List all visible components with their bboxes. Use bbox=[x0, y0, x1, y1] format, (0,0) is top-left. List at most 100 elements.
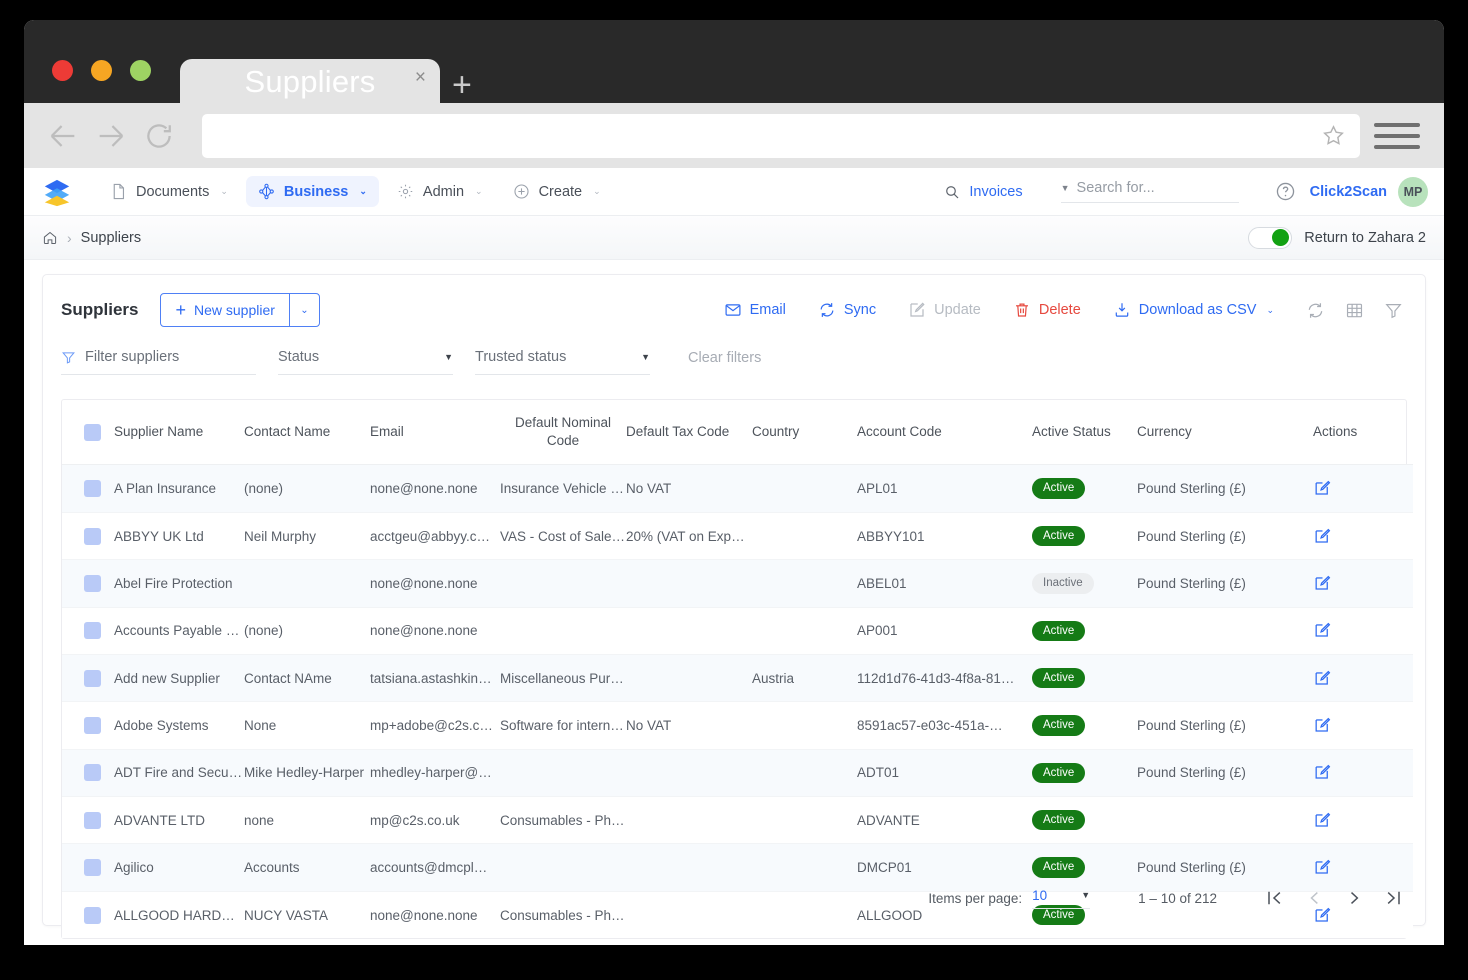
cell-currency: Pound Sterling (£) bbox=[1137, 560, 1313, 607]
column-header-default-nominal-code[interactable]: Default Nominal Code bbox=[500, 400, 626, 465]
email-button[interactable]: Email bbox=[708, 301, 802, 319]
search-scope-label: Invoices bbox=[969, 184, 1022, 200]
column-header-contact-name[interactable]: Contact Name bbox=[244, 400, 370, 465]
row-checkbox[interactable] bbox=[84, 764, 101, 781]
edit-row-icon[interactable] bbox=[1313, 527, 1332, 546]
cell-contact-name: Mike Hedley-Harper bbox=[244, 749, 370, 796]
search-scope-selector[interactable]: Invoices bbox=[944, 184, 1022, 200]
edit-row-icon[interactable] bbox=[1313, 716, 1332, 735]
help-icon[interactable] bbox=[1275, 181, 1296, 202]
grid-columns-icon[interactable] bbox=[1345, 301, 1364, 320]
edit-row-icon[interactable] bbox=[1313, 858, 1332, 877]
new-supplier-dropdown-button[interactable]: ⌄ bbox=[289, 294, 319, 326]
first-page-button[interactable] bbox=[1261, 885, 1287, 911]
table-row[interactable]: Add new SupplierContact NAmetatsiana.ast… bbox=[62, 654, 1413, 701]
previous-page-button[interactable] bbox=[1301, 885, 1327, 911]
status-select[interactable]: Status ▼ bbox=[278, 349, 453, 375]
pagination: Items per page: 10 ▼ 1 – 10 of 212 bbox=[928, 885, 1407, 911]
nav-item-documents[interactable]: Documents ⌄ bbox=[98, 176, 240, 207]
select-all-checkbox[interactable] bbox=[84, 424, 101, 441]
cell-currency: Pound Sterling (£) bbox=[1137, 465, 1313, 512]
cell-supplier-name: ABBYY UK Ltd bbox=[114, 512, 244, 559]
column-header-currency[interactable]: Currency bbox=[1137, 400, 1313, 465]
cell-country bbox=[752, 465, 857, 512]
cell-default-nominal-code: Consumables - Ph… bbox=[500, 891, 626, 938]
row-checkbox[interactable] bbox=[84, 907, 101, 924]
last-page-button[interactable] bbox=[1381, 885, 1407, 911]
column-header-default-tax-code[interactable]: Default Tax Code bbox=[626, 400, 752, 465]
row-checkbox-cell bbox=[62, 844, 114, 891]
cell-account-code: ABBYY101 bbox=[857, 512, 1032, 559]
filter-funnel-icon[interactable] bbox=[1384, 301, 1403, 320]
row-checkbox[interactable] bbox=[84, 480, 101, 497]
row-checkbox[interactable] bbox=[84, 859, 101, 876]
table-row[interactable]: ABBYY UK LtdNeil Murphyacctgeu@abbyy.c…V… bbox=[62, 512, 1413, 559]
cell-default-tax-code bbox=[626, 607, 752, 654]
table-row[interactable]: ADVANTE LTDnonemp@c2s.co.ukConsumables -… bbox=[62, 797, 1413, 844]
row-checkbox[interactable] bbox=[84, 575, 101, 592]
table-row[interactable]: A Plan Insurance(none)none@none.noneInsu… bbox=[62, 465, 1413, 512]
bookmark-star-icon[interactable] bbox=[1321, 123, 1346, 148]
browser-tab-suppliers[interactable]: Suppliers × bbox=[180, 59, 440, 103]
column-header-supplier-name[interactable]: Supplier Name bbox=[114, 400, 244, 465]
cell-default-tax-code bbox=[626, 797, 752, 844]
minimize-window-button[interactable] bbox=[91, 60, 112, 81]
address-bar[interactable] bbox=[202, 114, 1360, 158]
cell-email: acctgeu@abbyy.c… bbox=[370, 512, 500, 559]
close-window-button[interactable] bbox=[52, 60, 73, 81]
return-to-zahara-toggle[interactable] bbox=[1248, 227, 1292, 249]
maximize-window-button[interactable] bbox=[130, 60, 151, 81]
table-row[interactable]: Abel Fire Protectionnone@none.noneABEL01… bbox=[62, 560, 1413, 607]
edit-row-icon[interactable] bbox=[1313, 479, 1332, 498]
download-csv-button[interactable]: Download as CSV ⌄ bbox=[1097, 301, 1290, 319]
items-per-page-select[interactable]: 10 ▼ bbox=[1032, 888, 1090, 909]
new-tab-button[interactable]: + bbox=[452, 68, 472, 102]
row-checkbox[interactable] bbox=[84, 717, 101, 734]
back-arrow-icon[interactable] bbox=[46, 119, 80, 153]
pagination-range: 1 – 10 of 212 bbox=[1138, 891, 1217, 906]
avatar[interactable]: MP bbox=[1398, 177, 1428, 207]
nav-item-admin[interactable]: Admin ⌄ bbox=[385, 176, 495, 207]
edit-row-icon[interactable] bbox=[1313, 574, 1332, 593]
edit-row-icon[interactable] bbox=[1313, 621, 1332, 640]
plus-circle-icon bbox=[513, 183, 530, 200]
column-header-account-code[interactable]: Account Code bbox=[857, 400, 1032, 465]
clear-filters-button[interactable]: Clear filters bbox=[688, 350, 761, 375]
filter-suppliers-input[interactable]: Filter suppliers bbox=[61, 349, 256, 375]
update-button: Update bbox=[892, 301, 997, 319]
delete-label: Delete bbox=[1039, 302, 1081, 318]
row-checkbox[interactable] bbox=[84, 528, 101, 545]
browser-menu-icon[interactable] bbox=[1374, 123, 1420, 149]
search-input[interactable]: ▼ Search for... bbox=[1061, 180, 1239, 203]
forward-arrow-icon[interactable] bbox=[94, 119, 128, 153]
home-icon[interactable] bbox=[42, 230, 58, 246]
new-supplier-button-group: + New supplier ⌄ bbox=[160, 293, 319, 327]
new-supplier-button[interactable]: + New supplier bbox=[161, 294, 288, 326]
edit-row-icon[interactable] bbox=[1313, 669, 1332, 688]
sync-button[interactable]: Sync bbox=[802, 301, 892, 319]
reload-icon[interactable] bbox=[142, 119, 176, 153]
row-checkbox[interactable] bbox=[84, 812, 101, 829]
status-select-label: Status bbox=[278, 349, 319, 365]
delete-button[interactable]: Delete bbox=[997, 301, 1097, 319]
next-page-button[interactable] bbox=[1341, 885, 1367, 911]
row-checkbox[interactable] bbox=[84, 622, 101, 639]
brand-name[interactable]: Click2Scan bbox=[1310, 184, 1387, 200]
column-header-active-status[interactable]: Active Status bbox=[1032, 400, 1137, 465]
trusted-status-select[interactable]: Trusted status ▼ bbox=[475, 349, 650, 375]
close-icon[interactable]: × bbox=[415, 68, 426, 87]
column-header-email[interactable]: Email bbox=[370, 400, 500, 465]
refresh-icon[interactable] bbox=[1306, 301, 1325, 320]
table-row[interactable]: Adobe SystemsNonemp+adobe@c2s.c…Software… bbox=[62, 702, 1413, 749]
nav-item-business[interactable]: Business ⌄ bbox=[246, 176, 379, 207]
cell-default-nominal-code: Miscellaneous Pur… bbox=[500, 654, 626, 701]
row-checkbox[interactable] bbox=[84, 670, 101, 687]
navbar-right-section: Invoices ▼ Search for... Click2Scan MP bbox=[944, 177, 1428, 207]
table-row[interactable]: ADT Fire and Secur…Mike Hedley-Harpermhe… bbox=[62, 749, 1413, 796]
edit-row-icon[interactable] bbox=[1313, 763, 1332, 782]
edit-row-icon[interactable] bbox=[1313, 811, 1332, 830]
column-header-country[interactable]: Country bbox=[752, 400, 857, 465]
table-row[interactable]: Accounts Payable …(none)none@none.noneAP… bbox=[62, 607, 1413, 654]
app-logo-icon[interactable] bbox=[42, 177, 72, 207]
nav-item-create[interactable]: Create ⌄ bbox=[501, 176, 613, 207]
